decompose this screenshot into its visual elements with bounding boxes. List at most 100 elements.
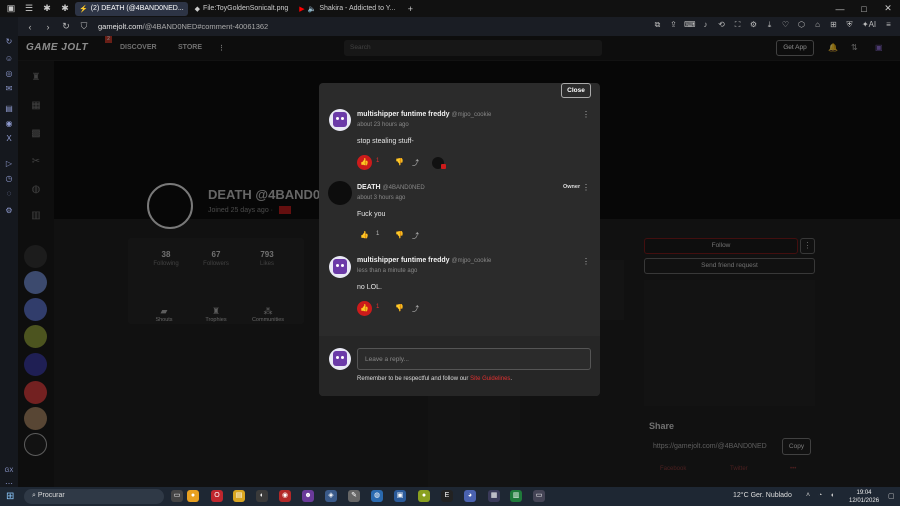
- window-app-icon[interactable]: ▣: [394, 490, 406, 502]
- messenger-icon[interactable]: ✉: [3, 82, 15, 94]
- close-window-icon[interactable]: ✕: [876, 0, 900, 17]
- back-icon[interactable]: ‹: [24, 22, 36, 32]
- taskbar-search[interactable]: ⌕ Procurar: [24, 489, 164, 504]
- comment-author[interactable]: DEATH @4BAND0NED: [357, 184, 425, 191]
- music-icon[interactable]: ♪: [700, 20, 711, 30]
- clock-icon[interactable]: ◷: [3, 172, 15, 184]
- epic-games-icon[interactable]: E: [441, 490, 453, 502]
- tray-arrow-icon[interactable]: ˄: [806, 492, 810, 499]
- network-icon[interactable]: ◔: [818, 492, 822, 499]
- close-button[interactable]: Close: [561, 83, 591, 98]
- workspaces-icon[interactable]: ▣: [4, 2, 18, 16]
- mouse-app-icon[interactable]: ◐: [256, 490, 268, 502]
- comment-options-icon[interactable]: ⋮: [582, 110, 590, 119]
- comment-time[interactable]: about 23 hours ago: [357, 122, 409, 128]
- commenter-avatar[interactable]: [328, 181, 352, 205]
- like-icon[interactable]: 👍: [357, 155, 372, 170]
- comment-options-icon[interactable]: ⋮: [582, 183, 590, 192]
- history-icon[interactable]: ⟲: [716, 20, 727, 30]
- media-app-icon[interactable]: ▦: [488, 490, 500, 502]
- tool-app-icon[interactable]: ✎: [348, 490, 360, 502]
- tab-youtube-video[interactable]: ▶ 🔈 Shakira - Addicted to Y...: [295, 2, 399, 16]
- author-name: multishipper funtime freddy: [357, 111, 450, 118]
- shopping-icon[interactable]: ⊞: [828, 20, 839, 30]
- extension-icon-2[interactable]: ✱: [58, 2, 72, 16]
- bag-icon[interactable]: ⌂: [812, 20, 823, 30]
- avatar-eye: [336, 117, 339, 120]
- app-icon[interactable]: ◈: [325, 490, 337, 502]
- screenshot-icon[interactable]: ⛶: [732, 20, 743, 30]
- maximize-icon[interactable]: □: [852, 0, 876, 17]
- opera-gx-icon[interactable]: O: [211, 490, 223, 502]
- like-count[interactable]: 1: [376, 158, 379, 164]
- comment-time[interactable]: less than a minute ago: [357, 268, 417, 274]
- system-clock[interactable]: 19:04 12/01/2026: [849, 489, 879, 505]
- forward-icon[interactable]: ›: [42, 22, 54, 32]
- menu-icon[interactable]: ≡: [883, 20, 894, 30]
- gear-icon[interactable]: ⚙: [3, 204, 15, 216]
- extension-icon[interactable]: ✱: [40, 2, 54, 16]
- volume-icon[interactable]: ◖: [830, 492, 834, 499]
- like-icon[interactable]: 👍: [357, 301, 372, 316]
- reply-icon[interactable]: ⤴: [412, 304, 419, 314]
- minimize-icon[interactable]: —: [828, 0, 852, 17]
- reload-icon[interactable]: ↻: [60, 21, 72, 32]
- extension-icon[interactable]: ⧉: [652, 20, 663, 30]
- spreadsheet-app-icon[interactable]: ▥: [510, 490, 522, 502]
- chrome-icon[interactable]: ●: [187, 490, 199, 502]
- twitch-icon[interactable]: ▤: [3, 102, 15, 114]
- comment-time[interactable]: about 3 hours ago: [357, 195, 405, 201]
- share-icon[interactable]: ⇪: [668, 20, 679, 30]
- tab-list-icon[interactable]: ☰: [22, 2, 36, 16]
- screen-app-icon[interactable]: ▭: [533, 490, 545, 502]
- weather-widget[interactable]: 12°C Ger. Nublado: [733, 492, 792, 499]
- player-icon[interactable]: ▷: [3, 157, 15, 169]
- dislike-icon[interactable]: 👎: [395, 231, 404, 239]
- cube-icon[interactable]: ⬡: [796, 20, 807, 30]
- reply-guidelines-note: Remember to be respectful and follow our…: [357, 376, 512, 382]
- notification-icon[interactable]: ▢: [888, 492, 895, 500]
- windows-start-icon[interactable]: ⊞: [6, 491, 14, 502]
- commenter-avatar[interactable]: [329, 256, 351, 278]
- comment-author[interactable]: multishipper funtime freddy @mjpo_cookie: [357, 111, 491, 118]
- url-field[interactable]: gamejolt.com/@4BAND0NED#comment-40061362: [98, 22, 268, 31]
- new-tab-icon[interactable]: +: [403, 2, 417, 16]
- audio-playing-icon[interactable]: 🔈: [308, 5, 317, 13]
- instagram-icon[interactable]: ◎: [3, 67, 15, 79]
- comment-author[interactable]: multishipper funtime freddy @mjpo_cookie: [357, 257, 491, 264]
- browser-app-icon[interactable]: ◕: [464, 490, 476, 502]
- tab-gamejolt-profile[interactable]: ⚡ (2) DEATH (@4BAND0NED...: [75, 1, 188, 16]
- like-count[interactable]: 1: [376, 304, 379, 310]
- settings-icon[interactable]: ⚙: [748, 20, 759, 30]
- chat-icon[interactable]: ◌: [3, 187, 15, 199]
- like-icon[interactable]: 👍: [357, 228, 372, 243]
- refresh-sidebar-icon[interactable]: ↻: [3, 35, 15, 47]
- like-count[interactable]: 1: [376, 231, 379, 237]
- gx-label-icon[interactable]: GX: [3, 465, 15, 477]
- ai-icon[interactable]: ✦AI: [860, 20, 878, 30]
- site-guidelines-link[interactable]: Site Guidelines: [470, 376, 510, 382]
- whatsapp-icon[interactable]: ◉: [3, 117, 15, 129]
- reply-icon[interactable]: ⤴: [412, 231, 419, 241]
- ball-app-icon[interactable]: ●: [418, 490, 430, 502]
- tab-file-page[interactable]: ◆ File:ToyGoldenSonicalt.png: [191, 2, 293, 16]
- dislike-icon[interactable]: 👎: [395, 304, 404, 312]
- discord-icon[interactable]: ◍: [371, 490, 383, 502]
- game-app-icon[interactable]: ◉: [279, 490, 291, 502]
- download-icon[interactable]: ⤓: [764, 20, 775, 30]
- translate-icon[interactable]: ⌨: [684, 20, 696, 30]
- reply-input[interactable]: Leave a reply...: [357, 348, 591, 370]
- shield-icon[interactable]: ⛨: [844, 20, 855, 30]
- file-explorer-icon[interactable]: ▤: [233, 490, 245, 502]
- task-view-icon[interactable]: ▭: [171, 490, 183, 502]
- author-handle: @mjpo_cookie: [451, 258, 492, 264]
- site-info-icon[interactable]: ⛉: [78, 21, 90, 32]
- comment-options-icon[interactable]: ⋮: [582, 257, 590, 266]
- commenter-avatar[interactable]: [329, 109, 351, 131]
- heart-icon[interactable]: ♡: [780, 20, 791, 30]
- reply-icon[interactable]: ⤴: [412, 158, 419, 168]
- x-twitter-icon[interactable]: X: [3, 132, 15, 144]
- character-app-icon[interactable]: ☻: [302, 490, 314, 502]
- people-icon[interactable]: ☺: [3, 52, 15, 64]
- dislike-icon[interactable]: 👎: [395, 158, 404, 166]
